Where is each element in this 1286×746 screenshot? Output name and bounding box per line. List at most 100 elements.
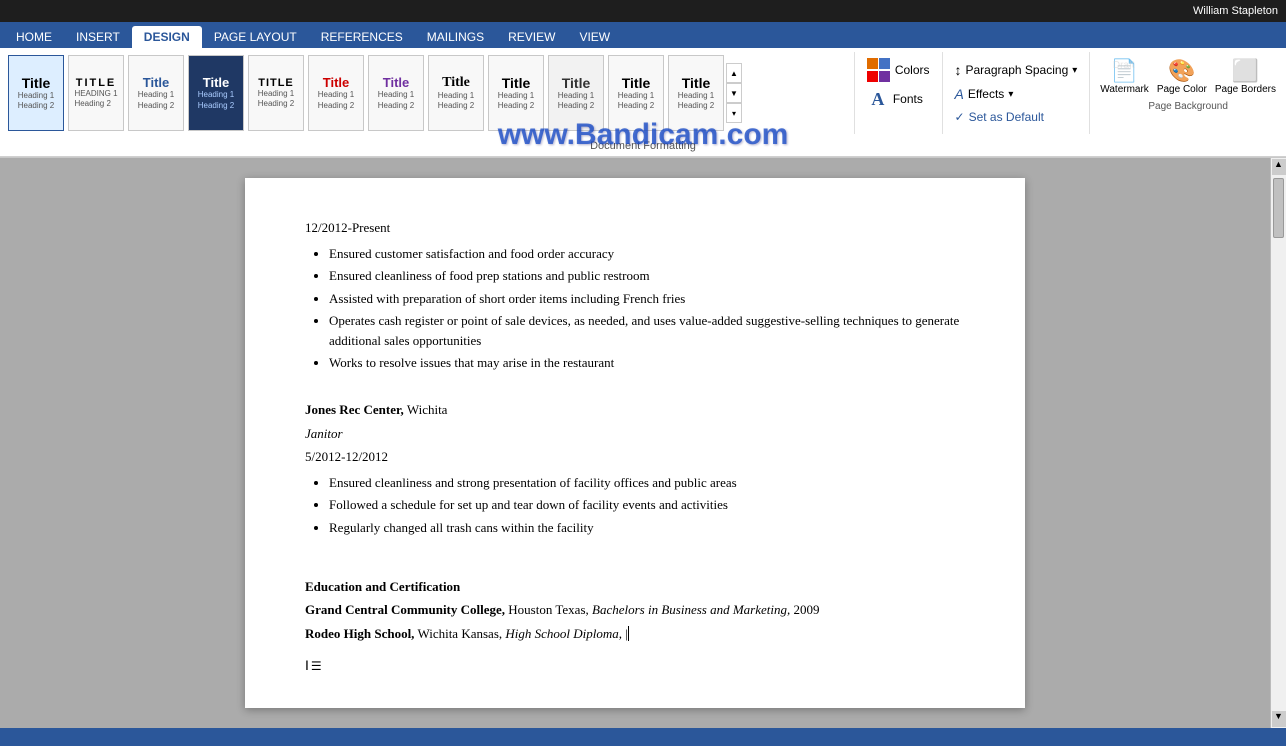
gallery-item-5[interactable]: Title Heading 1Heading 2 (308, 55, 364, 131)
edu2-degree: High School Diploma, (502, 626, 622, 641)
title-bar: William Stapleton (0, 0, 1286, 22)
bullet-1-3: Operates cash register or point of sale … (329, 311, 965, 350)
bullet-1-2: Assisted with preparation of short order… (329, 289, 965, 309)
date-line-2: 5/2012-12/2012 (305, 447, 965, 467)
bullet-2-0: Ensured cleanliness and strong presentat… (329, 473, 965, 493)
edu1-year: 2009 (790, 602, 819, 617)
bullet-1-1: Ensured cleanliness of food prep station… (329, 266, 965, 286)
ribbon-tab-bar: HOME INSERT DESIGN PAGE LAYOUT REFERENCE… (0, 22, 1286, 48)
scroll-up-arrow[interactable]: ▲ (1272, 159, 1286, 175)
gallery-more[interactable]: ▾ (726, 103, 742, 123)
tab-mailings[interactable]: MAILINGS (415, 26, 496, 48)
ribbon: Title Heading 1Heading 2 TITLE HEADING 1… (0, 48, 1286, 158)
watermark-label: Watermark (1100, 84, 1149, 95)
edu1-city: Houston Texas, (505, 602, 589, 617)
paragraph-effects-section: ↕ Paragraph Spacing ▾ A Effects ▾ ✓ Set … (943, 52, 1091, 134)
page-color-icon: 🎨 (1168, 58, 1195, 84)
bullet-1-0: Ensured customer satisfaction and food o… (329, 244, 965, 264)
watermark-icon: Draft 📄 (1111, 58, 1138, 84)
ribbon-content: Title Heading 1Heading 2 TITLE HEADING 1… (0, 48, 1286, 138)
gallery-item-1[interactable]: TITLE HEADING 1Heading 2 (68, 55, 124, 131)
paragraph-spacing-icon: ↕ (955, 62, 962, 78)
bullet-list-1: Ensured customer satisfaction and food o… (329, 244, 965, 373)
paragraph-spacing-button[interactable]: ↕ Paragraph Spacing ▾ (951, 60, 1082, 80)
employer-2-line: Jones Rec Center, Wichita (305, 400, 965, 420)
gallery-item-10[interactable]: Title Heading 1Heading 2 (608, 55, 664, 131)
paragraph-spacing-label: Paragraph Spacing (966, 63, 1069, 77)
colors-label: Colors (895, 63, 930, 77)
edu1-degree: Bachelors in Business and Marketing, (589, 602, 790, 617)
document-page[interactable]: 12/2012-Present Ensured customer satisfa… (245, 178, 1025, 708)
page-borders-icon: ⬜ (1232, 58, 1259, 84)
watermark-button[interactable]: Draft 📄 Watermark (1098, 56, 1151, 97)
text-cursor: | (622, 626, 629, 641)
main-area: www.Bandicam.com 12/2012-Present Ensured… (0, 158, 1286, 728)
tab-page-layout[interactable]: PAGE LAYOUT (202, 26, 309, 48)
gallery-item-9[interactable]: Title Heading 1Heading 2 (548, 55, 604, 131)
vertical-scrollbar[interactable]: ▲ ▼ (1270, 158, 1286, 728)
document-area[interactable]: www.Bandicam.com 12/2012-Present Ensured… (0, 158, 1270, 728)
cursor-indicator: I (305, 657, 309, 673)
colors-fonts-section: Colors A Fonts (855, 52, 943, 134)
colors-button[interactable]: Colors (863, 56, 934, 84)
effects-icon: A (955, 86, 964, 102)
gallery-scroll-up[interactable]: ▲ (726, 63, 742, 83)
bullet-list-2: Ensured cleanliness and strong presentat… (329, 473, 965, 538)
education-section-title: Education and Certification (305, 577, 965, 597)
edu2-employer: Rodeo High School, (305, 626, 414, 641)
gallery-items: Title Heading 1Heading 2 TITLE HEADING 1… (8, 55, 724, 131)
scroll-down-arrow[interactable]: ▼ (1272, 711, 1286, 727)
status-bar (0, 728, 1286, 746)
tab-view[interactable]: VIEW (567, 26, 622, 48)
effects-label: Effects (968, 87, 1004, 101)
gallery-item-7[interactable]: Title Heading 1Heading 2 (428, 55, 484, 131)
page-bg-buttons: Draft 📄 Watermark 🎨 Page Color ⬜ Page Bo… (1098, 56, 1278, 97)
bullet-1-4: Works to resolve issues that may arise i… (329, 353, 965, 373)
fonts-icon: A (867, 88, 889, 110)
fonts-button[interactable]: A Fonts (863, 86, 934, 112)
gallery-scroll-down[interactable]: ▼ (726, 83, 742, 103)
page-borders-label: Page Borders (1215, 84, 1276, 95)
date-line-1: 12/2012-Present (305, 218, 965, 238)
gallery-item-4[interactable]: TITLE Heading 1Heading 2 (248, 55, 304, 131)
gallery-item-2[interactable]: Title Heading 1Heading 2 (128, 55, 184, 131)
bullet-2-1: Followed a schedule for set up and tear … (329, 495, 965, 515)
gallery-item-11[interactable]: Title Heading 1Heading 2 (668, 55, 724, 131)
gallery-scroll: ▲ ▼ ▾ (726, 63, 742, 123)
tab-design[interactable]: DESIGN (132, 26, 202, 48)
edu2-city: Wichita Kansas, (414, 626, 502, 641)
gallery-item-0[interactable]: Title Heading 1Heading 2 (8, 55, 64, 131)
tab-review[interactable]: REVIEW (496, 26, 567, 48)
gallery-item-6[interactable]: Title Heading 1Heading 2 (368, 55, 424, 131)
effects-dropdown-arrow: ▾ (1008, 89, 1013, 100)
edu1-employer: Grand Central Community College, (305, 602, 505, 617)
page-borders-button[interactable]: ⬜ Page Borders (1213, 56, 1278, 97)
page-color-button[interactable]: 🎨 Page Color (1155, 56, 1209, 97)
job-title-2: Janitor (305, 424, 965, 444)
paragraph-spacing-dropdown: ▾ (1072, 65, 1077, 76)
set-as-default-button[interactable]: ✓ Set as Default (951, 108, 1082, 126)
employer-2-name: Jones Rec Center, (305, 402, 404, 417)
employer-2-city: Wichita (404, 402, 448, 417)
title-bar-user: William Stapleton (1193, 5, 1278, 17)
cursor-line[interactable]: I☰ (305, 655, 965, 676)
page-background-group-label: Page Background (1148, 101, 1228, 112)
checkmark-icon: ✓ (955, 110, 965, 124)
doc-formatting-label: Document Formatting (0, 138, 1286, 157)
colors-icon (867, 58, 891, 82)
page-background-group: Draft 📄 Watermark 🎨 Page Color ⬜ Page Bo… (1090, 52, 1286, 134)
edu1-line: Grand Central Community College, Houston… (305, 600, 965, 620)
set-as-default-label: Set as Default (969, 110, 1044, 124)
page-color-label: Page Color (1157, 84, 1207, 95)
document-content: 12/2012-Present Ensured customer satisfa… (305, 218, 965, 676)
tab-insert[interactable]: INSERT (64, 26, 132, 48)
tab-home[interactable]: HOME (4, 26, 64, 48)
bullet-2-2: Regularly changed all trash cans within … (329, 518, 965, 538)
effects-button[interactable]: A Effects ▾ (951, 84, 1082, 104)
gallery-item-3[interactable]: Title Heading 1Heading 2 (188, 55, 244, 131)
fonts-label: Fonts (893, 92, 923, 106)
edu2-line: Rodeo High School, Wichita Kansas, High … (305, 624, 965, 644)
gallery-item-8[interactable]: Title Heading 1Heading 2 (488, 55, 544, 131)
scroll-thumb[interactable] (1273, 178, 1284, 238)
tab-references[interactable]: REFERENCES (309, 26, 415, 48)
